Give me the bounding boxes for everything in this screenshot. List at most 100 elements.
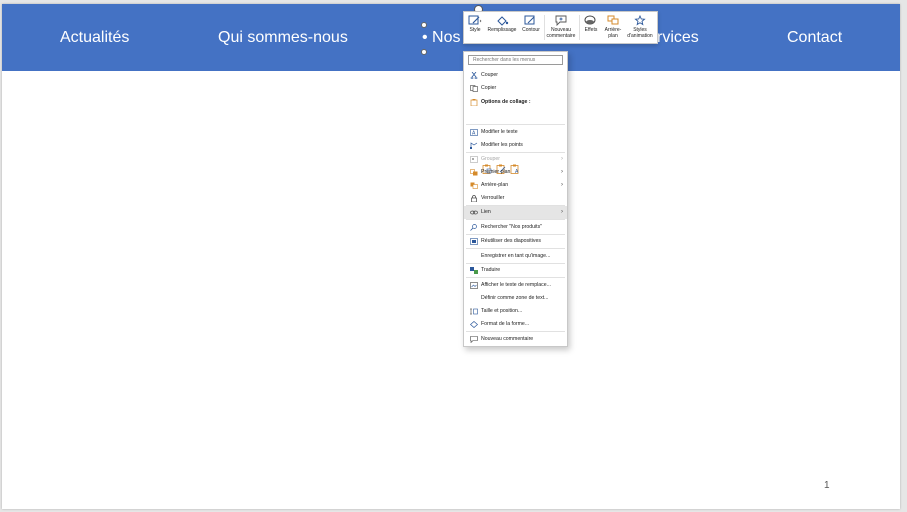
animation-styles-label: Styles d'animation [627,27,653,39]
menu-item-lock-label: Verrouiller [481,195,505,201]
menu-item-size-position[interactable]: Taille et position... [464,305,567,318]
menu-item-send-back[interactable]: Arrière-plan › [464,179,567,192]
menu-separator [466,331,565,332]
menu-item-alt-text[interactable]: Afficher le texte de remplace... [464,279,567,292]
navigation-bar-shape[interactable]: Actualités Qui sommes-nous • Nos rvices … [2,4,900,71]
menu-item-set-text-box[interactable]: Définir comme zone de text... [464,292,567,305]
nav-item-contact[interactable]: Contact [787,28,842,48]
menu-item-cut-label: Couper [481,72,499,78]
menu-item-edit-points[interactable]: Modifier les points [464,139,567,152]
menu-item-paste-options: Options de collage : [464,96,567,109]
slide-canvas[interactable]: Actualités Qui sommes-nous • Nos rvices … [2,4,900,509]
menu-item-send-back-label: Arrière-plan [481,182,509,188]
menu-item-bring-front[interactable]: Premier plan › [464,166,567,179]
nav-item-qui-sommes-nous[interactable]: Qui sommes-nous [218,28,348,48]
effects-label: Effets [584,27,598,33]
style-label: Style [469,27,481,33]
menu-item-translate[interactable]: Traduire [464,264,567,277]
group-icon [470,156,478,163]
send-backward-label: Arrière- plan [604,27,622,39]
effects-icon [584,15,596,25]
menu-item-format-shape[interactable]: Format de la forme... [464,318,567,331]
copy-icon [470,85,478,92]
style-button[interactable]: Style [466,12,484,43]
clipboard-icon [470,99,478,106]
lock-icon [471,195,477,202]
effects-button[interactable]: Effets [581,12,601,43]
menu-item-reuse-slides-label: Réutiliser des diapositives [481,238,541,244]
nav-item-nos-produits-label: Nos [432,29,461,46]
menu-item-alt-text-label: Afficher le texte de remplace... [481,282,551,288]
chevron-right-icon: › [561,169,563,175]
menu-separator [466,219,565,220]
new-comment-button[interactable]: Nouveau commentaire [545,12,577,43]
fill-icon [497,16,509,26]
animation-styles-button[interactable]: Styles d'animation [624,12,656,43]
menu-item-new-comment[interactable]: Nouveau commentaire [464,333,567,346]
fill-button[interactable]: Remplissage [485,12,519,43]
selection-handle[interactable] [421,22,427,28]
outline-button[interactable]: Contour [520,12,542,43]
svg-text:A: A [472,131,476,137]
menu-item-size-position-label: Taille et position... [481,308,523,314]
menu-separator [466,248,565,249]
size-position-icon [470,308,478,315]
menu-item-paste-options-label: Options de collage : [481,99,531,105]
menu-item-copy[interactable]: Copier [464,82,567,95]
alt-text-icon [470,282,478,289]
send-to-back-icon [470,182,478,189]
slide-page-number: 1 [824,480,830,491]
menu-item-search-for[interactable]: Rechercher "Nos produits" [464,221,567,234]
menu-item-edit-text-label: Modifier le texte [481,129,518,135]
edit-points-icon [470,142,478,149]
new-comment-icon [555,15,567,26]
menu-item-search-for-label: Rechercher "Nos produits" [481,224,543,230]
menu-search-input[interactable]: Rechercher dans les menus [468,55,563,65]
menu-item-bring-front-label: Premier plan [481,169,511,175]
chevron-right-icon: › [561,209,563,215]
edit-text-icon: A [470,129,478,136]
menu-item-save-as-image-label: Enregistrer en tant qu'image... [481,253,551,259]
menu-item-link-label: Lien [481,209,491,215]
new-comment-label: Nouveau commentaire [546,27,576,39]
outline-icon [524,15,535,25]
menu-item-save-as-image[interactable]: Enregistrer en tant qu'image... [464,250,567,263]
menu-item-edit-text[interactable]: A Modifier le texte [464,126,567,139]
search-icon [470,224,477,231]
menu-item-translate-label: Traduire [481,267,501,273]
translate-icon [470,267,478,274]
menu-separator [466,277,565,278]
style-icon [468,15,482,25]
link-icon [470,210,478,215]
nav-item-services-partial[interactable]: rvices [657,28,699,48]
nav-item-nos-produits[interactable]: • Nos [422,28,461,48]
menu-item-group[interactable]: Grouper › [464,153,567,166]
menu-item-reuse-slides[interactable]: Réutiliser des diapositives [464,235,567,248]
menu-item-lock[interactable]: Verrouiller [464,192,567,205]
menu-item-cut[interactable]: Couper [464,69,567,82]
menu-item-set-text-box-label: Définir comme zone de text... [481,295,549,301]
nav-item-actualites[interactable]: Actualités [60,28,129,48]
chevron-right-icon: › [561,156,563,162]
scissors-icon [470,72,478,79]
outline-label: Contour [522,27,540,33]
chevron-right-icon: › [561,182,563,188]
reuse-slides-icon [470,238,478,245]
context-menu: Rechercher dans les menus Couper Copier … [463,51,568,347]
menu-separator [466,124,565,125]
menu-item-new-comment-label: Nouveau commentaire [481,336,534,342]
format-shape-icon [470,321,478,328]
send-backward-button[interactable]: Arrière- plan [602,12,624,43]
animation-styles-icon [634,15,646,26]
menu-item-copy-label: Copier [481,85,497,91]
menu-item-group-label: Grouper [481,156,501,162]
menu-item-edit-points-label: Modifier les points [481,142,523,148]
mini-toolbar: Style Remplissage Contour Nouveau commen… [463,11,658,44]
toolbar-divider [579,15,580,40]
send-backward-icon [607,15,619,25]
bring-to-front-icon [470,169,478,176]
comment-icon [470,336,478,343]
menu-item-link[interactable]: Lien › [464,206,567,219]
selection-handle[interactable] [421,49,427,55]
fill-label: Remplissage [487,27,517,33]
